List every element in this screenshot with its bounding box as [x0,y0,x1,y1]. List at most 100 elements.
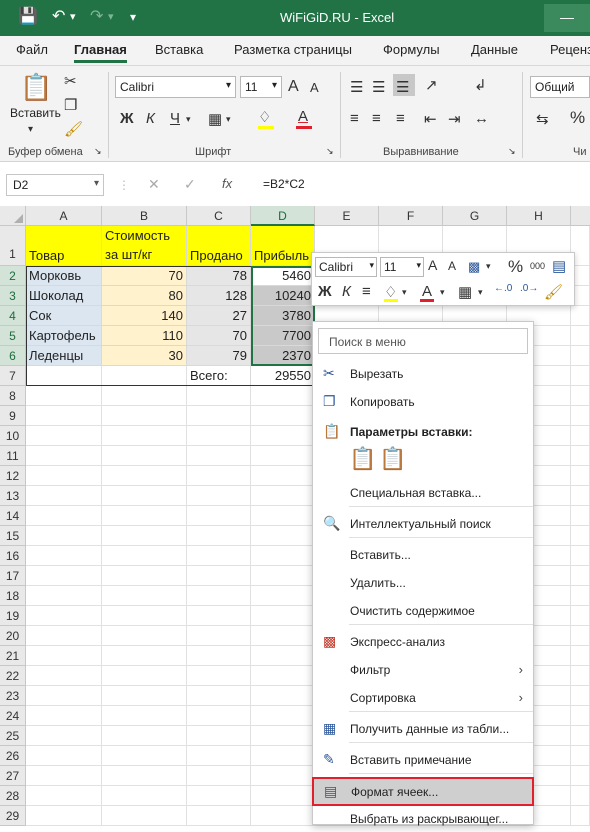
mini-format-painter-icon[interactable]: 🖌 [544,283,563,301]
cell-d3[interactable]: 10240 [251,286,315,306]
menu-search-input[interactable]: Поиск в меню [318,328,528,354]
grid-cell[interactable] [571,506,590,526]
grid-cell[interactable] [187,646,251,666]
grid-cell[interactable] [571,706,590,726]
grid-cell[interactable] [251,406,315,426]
column-header-d[interactable]: D [251,206,315,226]
grid-cell[interactable] [571,466,590,486]
grid-cell[interactable] [571,326,590,346]
cell-d1[interactable]: Прибыль [251,226,315,266]
grid-cell[interactable] [187,806,251,826]
grid-cell[interactable] [102,646,187,666]
cell-d4[interactable]: 3780 [251,306,315,326]
italic-button[interactable]: К [146,110,155,127]
tab-page-layout[interactable]: Разметка страницы [234,42,352,57]
borders-dropdown-icon[interactable]: ▾ [226,114,231,125]
cell-a6[interactable]: Леденцы [26,346,102,366]
row-header[interactable]: 8 [0,386,26,406]
copy-icon[interactable]: ❐ [64,96,77,114]
row-header[interactable]: 15 [0,526,26,546]
grid-cell[interactable] [26,546,102,566]
menu-item-cut[interactable]: ✂ Вырезать [313,361,533,387]
tab-insert[interactable]: Вставка [155,42,203,57]
alignment-launcher-icon[interactable]: ↘ [508,146,516,157]
grid-cell[interactable] [102,366,187,386]
grid-cell[interactable] [187,486,251,506]
cell-c6[interactable]: 79 [187,346,251,366]
row-header[interactable]: 24 [0,706,26,726]
cell-a3[interactable]: Шоколад [26,286,102,306]
grid-cell[interactable] [26,666,102,686]
column-header-c[interactable]: C [187,206,251,226]
grid-cell[interactable] [102,406,187,426]
cell-d5[interactable]: 7700 [251,326,315,346]
menu-item-delete[interactable]: Удалить... [313,570,533,596]
grid-cell[interactable] [26,526,102,546]
grid-cell[interactable] [187,426,251,446]
grid-cell[interactable] [187,466,251,486]
grid-cell[interactable] [187,566,251,586]
grid-cell[interactable] [571,526,590,546]
underline-dropdown-icon[interactable]: ▾ [186,114,191,125]
decrease-font-icon[interactable]: A [310,80,319,95]
grid-cell[interactable] [251,466,315,486]
wrap-text-icon[interactable]: ↲ [474,76,487,94]
column-header-g[interactable]: G [443,206,507,226]
menu-item-copy[interactable]: ❐ Копировать [313,389,533,415]
cell-d6[interactable]: 2370 [251,346,315,366]
row-header[interactable]: 28 [0,786,26,806]
grid-cell[interactable] [571,406,590,426]
accounting-format-icon[interactable]: ⇆ [536,110,549,128]
grid-cell[interactable] [26,766,102,786]
mini-font-select[interactable]: Calibri ▾ [315,257,377,277]
grid-cell[interactable] [26,786,102,806]
cell-c3[interactable]: 128 [187,286,251,306]
grid-cell[interactable] [187,506,251,526]
clipboard-launcher-icon[interactable]: ↘ [94,146,102,157]
align-left-icon[interactable]: ≡ [350,110,359,127]
row-header[interactable]: 27 [0,766,26,786]
grid-cell[interactable] [26,566,102,586]
tab-home[interactable]: Главная [74,42,127,63]
tab-file[interactable]: Файл [16,42,48,57]
grid-cell[interactable] [26,446,102,466]
row-header[interactable]: 5 [0,326,26,346]
grid-cell[interactable] [187,786,251,806]
row-header[interactable]: 18 [0,586,26,606]
grid-cell[interactable] [187,526,251,546]
grid-cell[interactable] [571,486,590,506]
grid-cell[interactable] [102,546,187,566]
paste-option-values-icon[interactable]: 📋 [379,446,406,472]
grid-cell[interactable] [102,746,187,766]
grid-cell[interactable] [26,426,102,446]
increase-font-icon[interactable]: A [288,78,299,96]
grid-cell[interactable] [187,446,251,466]
row-header[interactable]: 6 [0,346,26,366]
cell-b4[interactable]: 140 [102,306,187,326]
grid-cell[interactable] [251,746,315,766]
grid-cell[interactable] [187,766,251,786]
mini-fill-dropdown-icon[interactable]: ▾ [402,287,407,298]
grid-cell[interactable] [251,686,315,706]
grid-cell[interactable] [251,486,315,506]
grid-cell[interactable] [571,586,590,606]
grid-cell[interactable] [26,606,102,626]
mini-increase-decimal-icon[interactable]: ←.0 [494,283,512,294]
font-name-select[interactable]: Calibri ▾ [115,76,236,98]
redo-dropdown-icon[interactable]: ▾ [108,10,114,23]
mini-bold-button[interactable]: Ж [318,283,332,300]
menu-item-clear-contents[interactable]: Очистить содержимое [313,598,533,624]
grid-cell[interactable] [102,706,187,726]
column-header-e[interactable]: E [315,206,379,226]
grid-cell[interactable] [571,606,590,626]
number-format-select[interactable]: Общий [530,76,590,98]
cell-b6[interactable]: 30 [102,346,187,366]
grid-cell[interactable] [571,646,590,666]
font-launcher-icon[interactable]: ↘ [326,146,334,157]
grid-cell[interactable] [187,606,251,626]
grid-cell[interactable] [571,626,590,646]
menu-item-filter[interactable]: Фильтр › [313,657,533,683]
cell-a1[interactable]: Товар [26,226,102,266]
grid-cell[interactable] [26,726,102,746]
mini-font-color-icon[interactable]: A [422,283,432,300]
